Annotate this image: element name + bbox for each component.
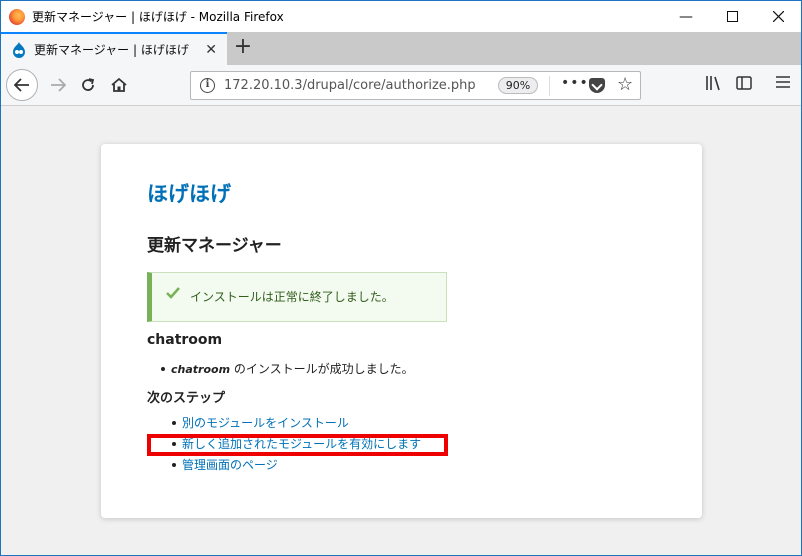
- main-card: ほげほげ 更新マネージャー インストールは正常に終了しました。 chatroom…: [101, 144, 702, 518]
- maximize-icon: [726, 11, 738, 22]
- project-heading: chatroom: [147, 332, 223, 348]
- reload-icon: [82, 78, 95, 91]
- page-actions-icon[interactable]: •••: [561, 75, 589, 91]
- url-bar[interactable]: i 172.20.10.3/drupal/core/authorize.php …: [190, 71, 641, 100]
- tab-active[interactable]: 更新マネージャー | ほげほげ ✕: [1, 32, 227, 65]
- tab-title: 更新マネージャー | ほげほげ: [34, 43, 189, 57]
- library-icon[interactable]: [705, 75, 721, 91]
- bullet: [172, 463, 176, 467]
- status-message-text: インストールは正常に終了しました。: [190, 290, 394, 304]
- result-list: chatroom のインストールが成功しました。: [161, 359, 414, 380]
- url-separator: [549, 76, 550, 96]
- back-button[interactable]: [6, 69, 38, 101]
- drupal-favicon-icon: [13, 41, 25, 58]
- arrow-right-icon: [51, 78, 66, 92]
- zoom-badge[interactable]: 90%: [498, 77, 538, 94]
- close-button[interactable]: [755, 1, 801, 32]
- nav-bar: i 172.20.10.3/drupal/core/authorize.php …: [1, 65, 801, 106]
- home-icon: [111, 77, 127, 92]
- reload-button[interactable]: [73, 70, 103, 100]
- project-name: chatroom: [171, 363, 231, 376]
- result-text: のインストールが成功しました。: [230, 362, 414, 376]
- forward-button[interactable]: [43, 70, 73, 100]
- new-tab-button[interactable]: +: [232, 36, 254, 60]
- admin-pages-link[interactable]: 管理画面のページ: [182, 458, 278, 472]
- list-item: 別のモジュールをインストール: [172, 413, 421, 434]
- url-text[interactable]: 172.20.10.3/drupal/core/authorize.php: [224, 78, 476, 93]
- highlight-box: [147, 434, 448, 456]
- close-icon: [772, 11, 784, 22]
- browser-window: 更新マネージャー | ほげほげ - Mozilla Firefox — 更新マネ…: [0, 0, 802, 556]
- firefox-logo-icon: [9, 8, 25, 25]
- page-viewport: ほげほげ 更新マネージャー インストールは正常に終了しました。 chatroom…: [1, 106, 801, 555]
- check-icon: [166, 287, 180, 299]
- menu-icon[interactable]: [776, 75, 790, 89]
- bullet: [161, 367, 165, 371]
- install-another-module-link[interactable]: 別のモジュールをインストール: [182, 416, 349, 430]
- window-title: 更新マネージャー | ほげほげ - Mozilla Firefox: [32, 10, 284, 24]
- tab-close-icon[interactable]: ✕: [205, 42, 217, 58]
- sidebar-icon[interactable]: [736, 75, 752, 91]
- list-item: 管理画面のページ: [172, 455, 421, 476]
- maximize-button[interactable]: [709, 1, 755, 32]
- info-icon[interactable]: i: [200, 78, 215, 93]
- bullet: [172, 421, 176, 425]
- pocket-icon[interactable]: [589, 78, 605, 93]
- next-steps-heading: 次のステップ: [147, 391, 226, 406]
- page-title: 更新マネージャー: [147, 236, 282, 256]
- site-name[interactable]: ほげほげ: [147, 178, 231, 208]
- bookmark-star-icon[interactable]: ☆: [617, 74, 633, 95]
- minimize-button[interactable]: —: [663, 1, 709, 32]
- tab-strip: 更新マネージャー | ほげほげ ✕ +: [1, 32, 801, 65]
- home-button[interactable]: [104, 70, 134, 100]
- list-item: chatroom のインストールが成功しました。: [161, 359, 414, 380]
- title-bar: 更新マネージャー | ほげほげ - Mozilla Firefox —: [1, 1, 801, 32]
- arrow-left-icon: [14, 78, 29, 92]
- status-message: インストールは正常に終了しました。: [147, 272, 447, 322]
